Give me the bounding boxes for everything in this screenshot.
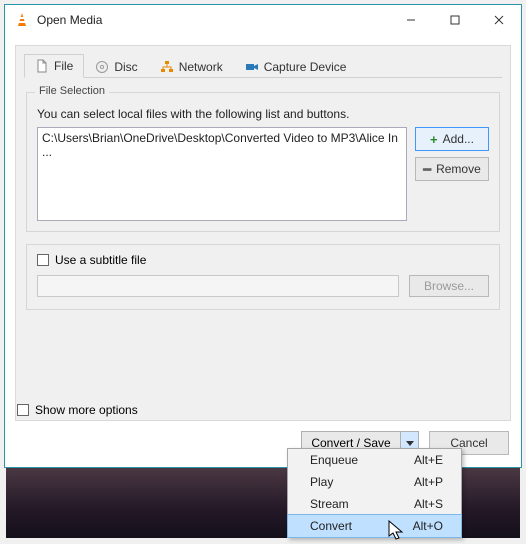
- menu-label: Play: [310, 475, 333, 489]
- file-selection-group: File Selection You can select local file…: [26, 92, 500, 232]
- menu-stream[interactable]: Stream Alt+S: [288, 493, 461, 515]
- file-selection-hint: You can select local files with the foll…: [37, 107, 489, 121]
- file-list[interactable]: C:\Users\Brian\OneDrive\Desktop\Converte…: [37, 127, 407, 221]
- capture-icon: [245, 60, 259, 74]
- menu-accel: Alt+S: [414, 497, 443, 511]
- close-button[interactable]: [477, 5, 521, 35]
- open-media-window: Open Media gP File Disc Network: [4, 4, 522, 468]
- chevron-down-icon: [406, 439, 414, 447]
- disc-icon: [95, 60, 109, 74]
- window-title: Open Media: [37, 13, 389, 27]
- tab-disc[interactable]: Disc: [84, 54, 148, 78]
- add-button[interactable]: + Add...: [415, 127, 489, 151]
- vlc-icon: [13, 11, 31, 29]
- subtitle-checkbox-label: Use a subtitle file: [55, 253, 146, 267]
- menu-accel: Alt+E: [414, 453, 443, 467]
- menu-play[interactable]: Play Alt+P: [288, 471, 461, 493]
- add-button-label: Add...: [443, 132, 474, 146]
- file-list-item[interactable]: C:\Users\Brian\OneDrive\Desktop\Converte…: [42, 131, 402, 159]
- file-icon: [35, 59, 49, 73]
- titlebar[interactable]: Open Media: [5, 5, 521, 35]
- minus-icon: ━: [423, 163, 431, 176]
- menu-enqueue[interactable]: Enqueue Alt+E: [288, 449, 461, 471]
- show-more-label: Show more options: [35, 403, 138, 417]
- tab-row: File Disc Network Capture Device: [24, 54, 502, 78]
- tab-file-label: File: [54, 59, 73, 73]
- tab-network[interactable]: Network: [149, 54, 234, 78]
- remove-button-label: Remove: [436, 162, 481, 176]
- show-more-options-checkbox[interactable]: Show more options: [17, 403, 138, 417]
- browse-label: Browse...: [424, 279, 474, 293]
- menu-accel: Alt+P: [414, 475, 443, 489]
- subtitle-group: Use a subtitle file Browse...: [26, 244, 500, 310]
- tab-file[interactable]: File: [24, 54, 84, 78]
- maximize-button[interactable]: [433, 5, 477, 35]
- network-icon: [160, 60, 174, 74]
- convert-dropdown-menu: Enqueue Alt+E Play Alt+P Stream Alt+S Co…: [287, 448, 462, 538]
- subtitle-path-input: [37, 275, 399, 297]
- remove-button[interactable]: ━ Remove: [415, 157, 489, 181]
- menu-label: Enqueue: [310, 453, 358, 467]
- checkbox-icon: [17, 404, 29, 416]
- menu-label: Stream: [310, 497, 349, 511]
- file-selection-title: File Selection: [35, 85, 109, 97]
- menu-convert[interactable]: Convert Alt+O: [288, 515, 461, 537]
- dialog-body: File Disc Network Capture Device File Se…: [15, 45, 511, 421]
- tab-disc-label: Disc: [114, 60, 137, 74]
- tab-capture[interactable]: Capture Device: [234, 54, 358, 78]
- tab-capture-label: Capture Device: [264, 60, 347, 74]
- subtitle-checkbox[interactable]: Use a subtitle file: [37, 253, 489, 267]
- checkbox-icon: [37, 254, 49, 266]
- mouse-cursor: [388, 520, 406, 542]
- tab-network-label: Network: [179, 60, 223, 74]
- plus-icon: +: [430, 133, 438, 146]
- minimize-button[interactable]: [389, 5, 433, 35]
- browse-subtitle-button: Browse...: [409, 275, 489, 297]
- menu-label: Convert: [310, 519, 352, 533]
- menu-accel: Alt+O: [413, 519, 443, 533]
